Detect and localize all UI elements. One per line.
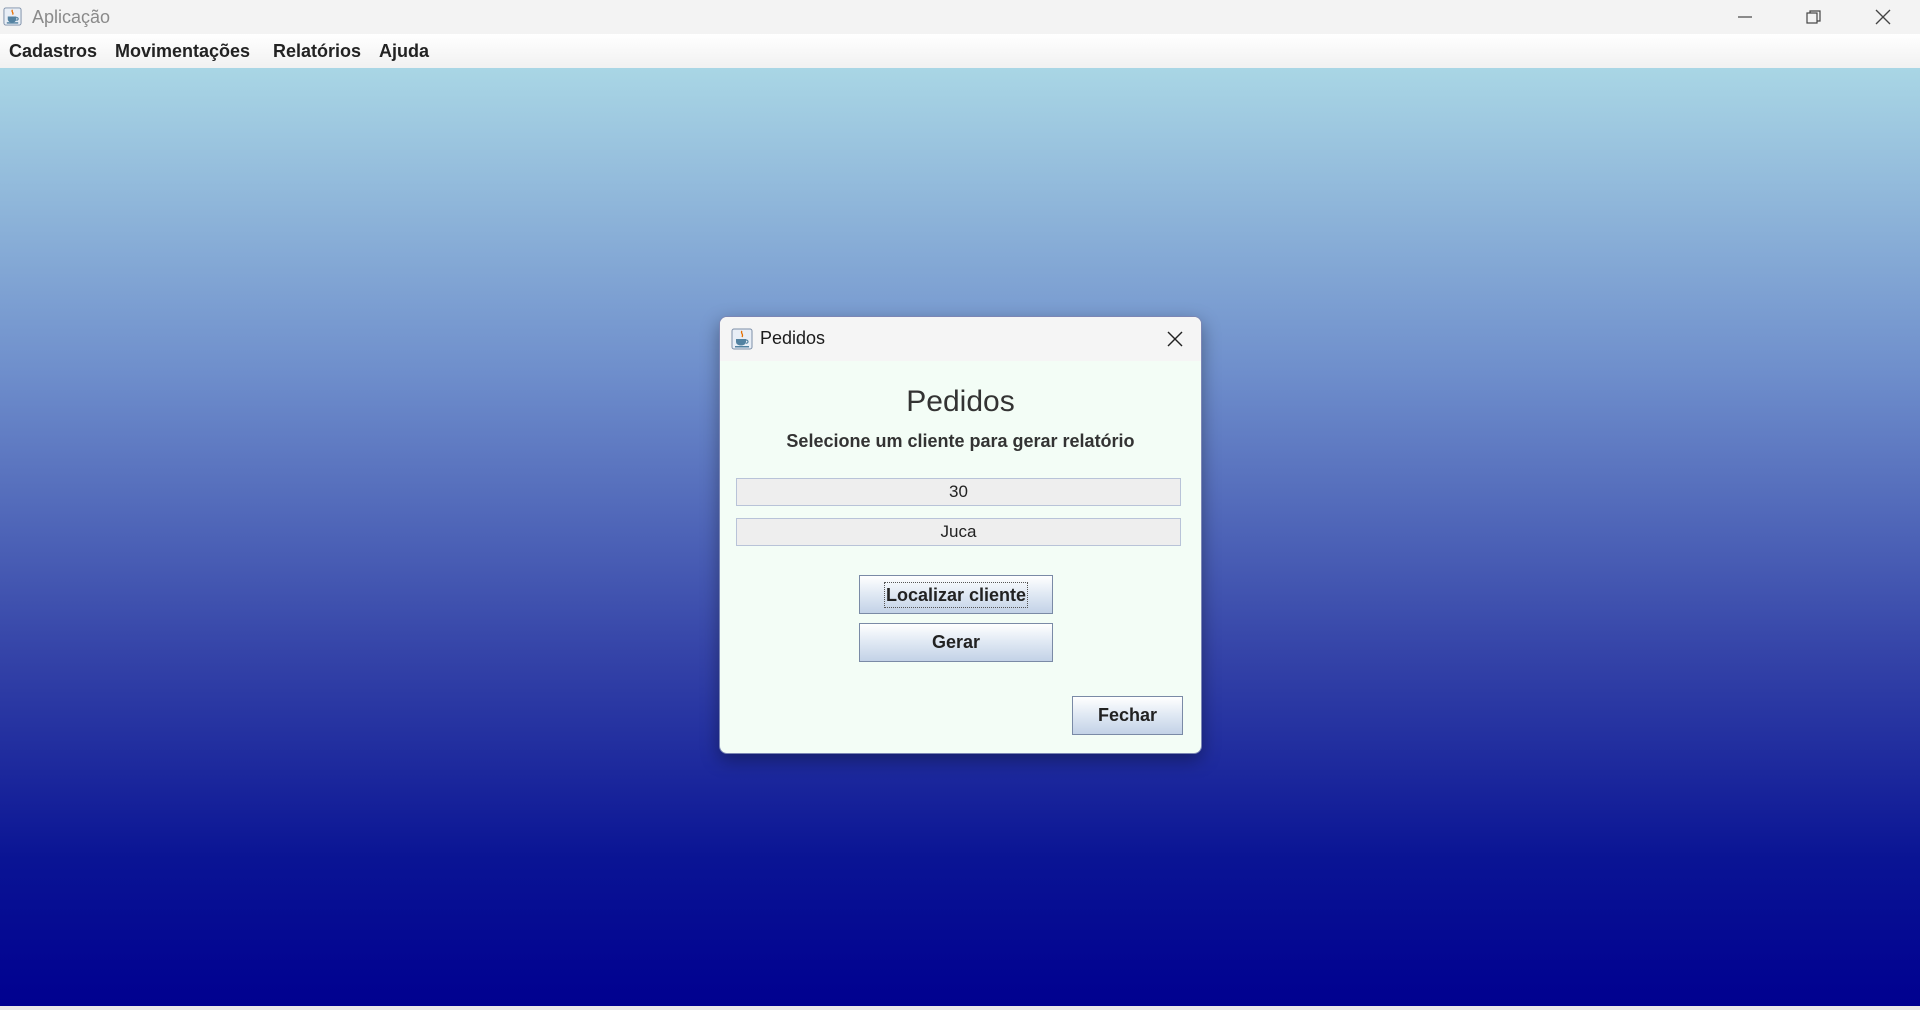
client-name-field[interactable]: Juca [736,518,1181,546]
maximize-icon [1806,10,1821,24]
close-icon [1875,9,1891,25]
dialog-heading: Pedidos [906,385,1015,418]
close-window-button[interactable] [1848,0,1918,34]
pedidos-dialog: Pedidos Pedidos Selecione um cliente par… [719,316,1202,754]
minimize-button[interactable] [1710,0,1780,34]
minimize-icon [1738,16,1752,18]
close-icon[interactable] [1164,328,1186,350]
window-titlebar: Aplicação [0,0,1920,34]
menu-cadastros[interactable]: Cadastros [9,41,97,62]
window-title: Aplicação [32,7,111,27]
menu-ajuda[interactable]: Ajuda [379,41,429,62]
window-bottom-border [0,1006,1920,1010]
java-cup-icon [3,7,22,26]
close-dialog-button[interactable]: Fechar [1072,696,1183,735]
menu-bar: Cadastros Movimentações Relatórios Ajuda [0,34,1920,69]
generate-button[interactable]: Gerar [859,623,1053,662]
dialog-title: Pedidos [760,328,826,348]
client-code-field[interactable]: 30 [736,478,1181,506]
maximize-button[interactable] [1778,0,1848,34]
dialog-titlebar[interactable]: Pedidos [720,317,1201,361]
menu-movimentacoes[interactable]: Movimentações [115,41,250,62]
menu-relatorios[interactable]: Relatórios [273,41,361,62]
dialog-subheading: Selecione um cliente para gerar relatóri… [786,431,1135,451]
locate-client-label: Localizar cliente [883,581,1029,608]
locate-client-button[interactable]: Localizar cliente [859,575,1053,614]
java-cup-icon [731,328,753,350]
